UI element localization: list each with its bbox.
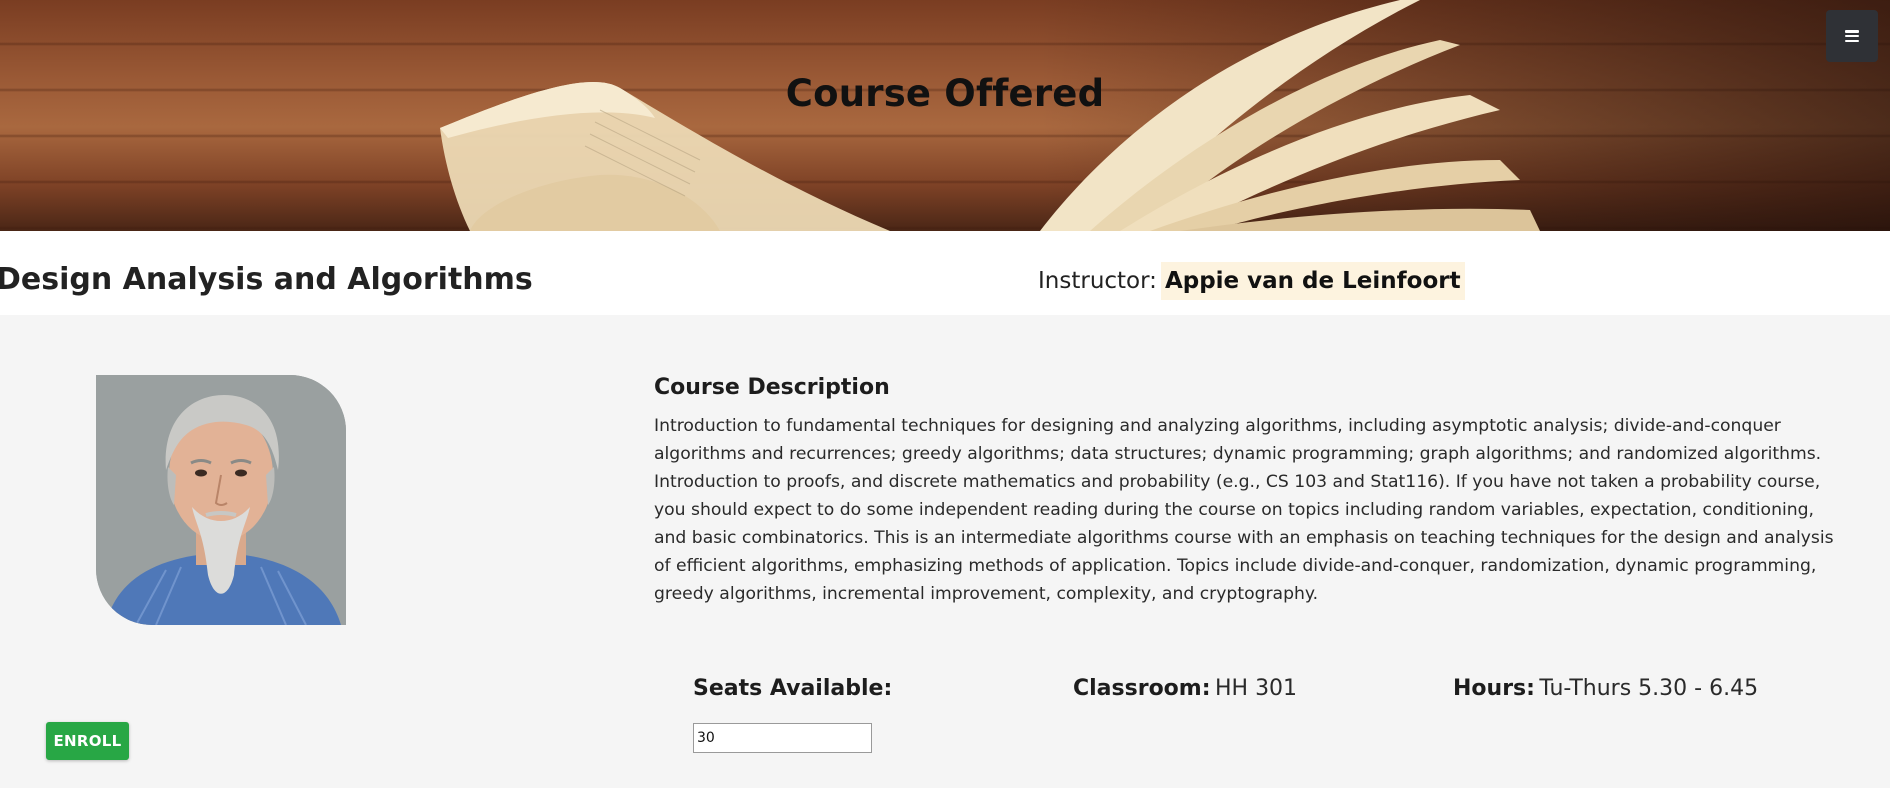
hours-info: Hours: Tu-Thurs 5.30 - 6.45 (1453, 676, 1758, 701)
hours-value: Tu-Thurs 5.30 - 6.45 (1539, 676, 1759, 701)
course-description-heading: Course Description (654, 375, 890, 400)
instructor-photo (96, 375, 346, 625)
instructor-info: Instructor: Appie van de Leinfoort (1038, 260, 1465, 302)
hours-label: Hours: (1453, 676, 1535, 701)
classroom-label: Classroom: (1073, 676, 1211, 701)
course-description-text: Introduction to fundamental techniques f… (654, 416, 1834, 604)
page-title: Course Offered (785, 72, 1105, 115)
seats-available: Seats Available: (693, 676, 892, 701)
course-title: Design Analysis and Algorithms (0, 262, 533, 297)
classroom-value: HH 301 (1214, 676, 1298, 701)
seats-available-input[interactable] (693, 723, 872, 753)
hamburger-menu-icon (1845, 30, 1859, 42)
menu-button[interactable] (1826, 10, 1878, 62)
instructor-name: Appie van de Leinfoort (1160, 262, 1465, 300)
seats-label: Seats Available: (693, 676, 893, 701)
instructor-label: Instructor: (1038, 268, 1157, 294)
hero-banner: Course Offered (0, 0, 1890, 231)
instructor-avatar (96, 375, 346, 625)
open-book-image (440, 0, 1540, 231)
classroom-info: Classroom: HH 301 (1073, 676, 1297, 701)
enroll-button[interactable]: ENROLL (46, 722, 129, 760)
